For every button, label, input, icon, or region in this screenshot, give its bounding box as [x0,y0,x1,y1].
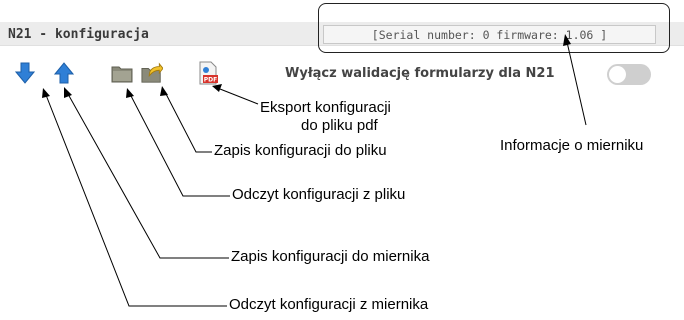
callout-line-export-pdf [219,88,259,105]
write-to-meter-button[interactable] [53,62,75,84]
arrow-down-icon [15,62,35,84]
annotation-read-from-meter: Odczyt konfiguracji z miernika [229,296,429,313]
export-pdf-button[interactable]: PDF [197,61,219,85]
pdf-badge: PDF [204,77,217,84]
read-from-file-button[interactable] [111,62,133,84]
callout-line-save-to-file [164,91,212,153]
arrowhead-save-to-file [160,86,168,96]
callout-line-meter-info [566,41,587,126]
callout-line-write-to-meter [67,93,229,259]
annotation-export-pdf-line1: Eksport konfiguracji [260,99,391,116]
callout-line-read-from-meter [45,94,227,307]
pdf-icon: PDF [199,61,218,85]
save-to-file-button[interactable] [141,62,163,84]
folder-icon [111,66,133,83]
toggle-knob [609,66,626,83]
arrowhead-export-pdf [212,84,222,92]
arrowhead-write-to-meter [64,87,72,98]
annotation-read-from-file: Odczyt konfiguracji z pliku [232,186,406,203]
arrowhead-read-from-file [126,88,134,98]
annotation-export-pdf-line2: do pliku pdf [301,117,378,134]
folder-save-icon [141,62,163,83]
validation-toggle[interactable] [607,64,651,85]
annotation-save-to-file: Zapis konfiguracji do pliku [214,142,387,159]
annotation-meter-info: Informacje o mierniku [500,137,644,154]
callout-lines [42,34,587,307]
device-info: [Serial number: 0 firmware: 1.06 ] [323,25,656,44]
read-from-meter-button[interactable] [14,62,36,84]
page-title: N21 - konfiguracja [8,27,149,42]
annotation-write-to-meter: Zapis konfiguracji do miernika [231,248,430,265]
arrow-up-icon [54,62,74,84]
arrowhead-read-from-meter [42,88,50,98]
validation-toggle-label: Wyłącz walidację formularzy dla N21 [285,66,555,81]
